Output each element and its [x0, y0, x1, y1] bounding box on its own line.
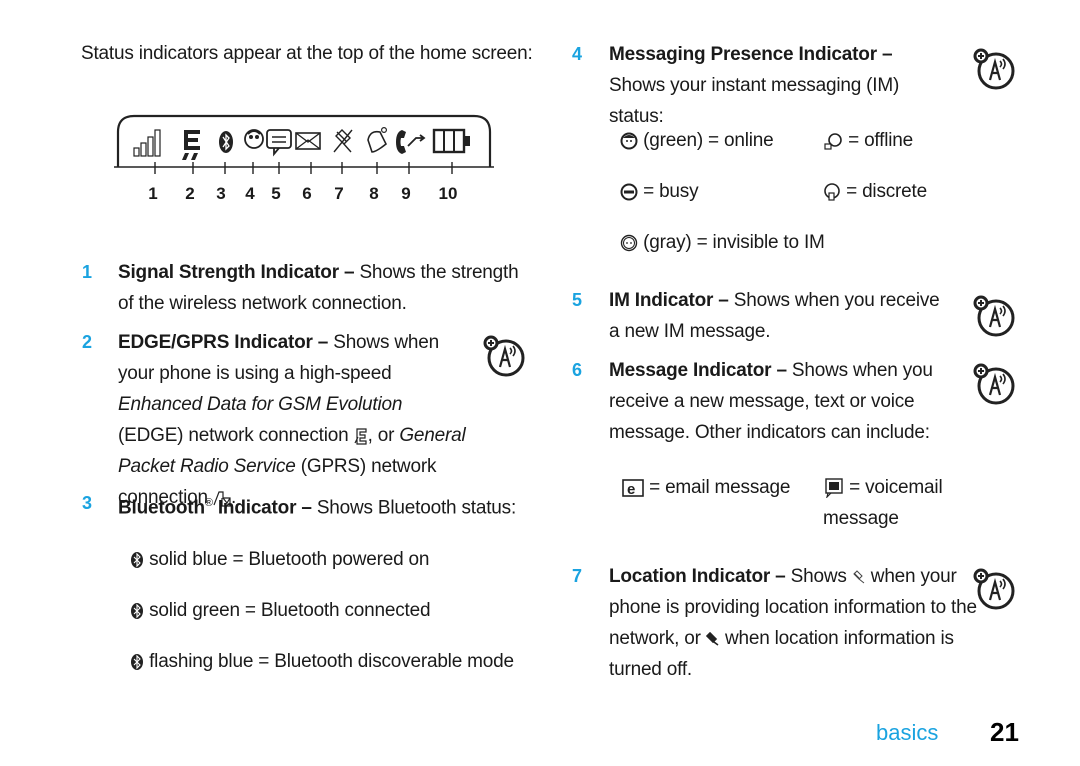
- callout-10: 10: [438, 184, 458, 203]
- im-icon: [266, 129, 292, 157]
- bluetooth-icon: [219, 131, 233, 153]
- callout-8: 8: [369, 184, 379, 203]
- item-text: (EDGE) network connection: [118, 425, 354, 446]
- signal-strength-icon: [133, 129, 161, 157]
- item-number: 5: [572, 290, 583, 310]
- item-number: 1: [82, 262, 93, 282]
- bluetooth-state-text: solid green = Bluetooth connected: [149, 600, 431, 621]
- presence-label: (green) = online: [643, 130, 774, 151]
- footer-section-label: basics: [876, 720, 939, 745]
- item-number: 2: [82, 332, 93, 352]
- presence-invisible: (gray) = invisible to IM: [620, 227, 825, 258]
- network-feature-icon: [973, 363, 1015, 405]
- message-type-voicemail: = voicemail: [824, 472, 964, 503]
- item-emphasis: Enhanced Data for GSM Evolution: [118, 394, 403, 415]
- presence-busy-icon: [620, 183, 638, 201]
- email-message-icon: e: [622, 479, 644, 497]
- callout-7: 7: [334, 184, 344, 203]
- item-number: 7: [572, 566, 583, 586]
- item-title: IM Indicator –: [609, 290, 729, 311]
- network-feature-icon: [973, 295, 1015, 337]
- item-number: 6: [572, 360, 583, 380]
- item-message: Message Indicator – Shows when you recei…: [609, 355, 954, 448]
- callout-1: 1: [148, 184, 158, 203]
- presence-online-icon: [620, 132, 638, 150]
- item-messaging-presence: Messaging Presence Indicator – Shows you…: [609, 39, 939, 132]
- network-feature-icon: [483, 335, 525, 377]
- item-text: , or: [367, 425, 400, 446]
- voicemail-message-icon: [825, 478, 843, 498]
- callout-6: 6: [302, 184, 312, 203]
- item-title: Message Indicator –: [609, 360, 787, 381]
- messaging-presence-icon: [244, 129, 264, 149]
- bluetooth-state-row: solid green = Bluetooth connected: [130, 595, 431, 626]
- presence-offline: = offline: [823, 125, 913, 156]
- presence-online: (green) = online: [620, 125, 774, 156]
- bluetooth-state-row: solid blue = Bluetooth powered on: [130, 544, 429, 575]
- svg-text:e: e: [627, 481, 635, 497]
- item-title: Signal Strength Indicator –: [118, 262, 355, 283]
- item-title: Bluetooth: [118, 497, 205, 519]
- item-signal-strength: Signal Strength Indicator – Shows the st…: [118, 257, 528, 319]
- network-feature-icon: [973, 48, 1015, 90]
- location-on-icon: [853, 570, 865, 584]
- callout-5: 5: [271, 184, 281, 203]
- intro-text: Status indicators appear at the top of t…: [81, 43, 533, 64]
- bluetooth-icon: [131, 551, 143, 568]
- alert-bell-icon: [367, 127, 388, 153]
- presence-label: = busy: [643, 181, 699, 202]
- presence-discrete: = discrete: [823, 176, 927, 207]
- presence-offline-icon: [824, 133, 842, 150]
- message-type-email: e = email message: [622, 472, 790, 503]
- presence-label: = discrete: [846, 181, 927, 202]
- item-im: IM Indicator – Shows when you receive a …: [609, 285, 954, 347]
- presence-busy: = busy: [620, 176, 699, 207]
- message-type-label: = voicemail: [849, 477, 943, 498]
- bluetooth-state-row: flashing blue = Bluetooth discoverable m…: [130, 646, 514, 677]
- item-location: Location Indicator – Shows when your pho…: [609, 561, 994, 685]
- status-bar-frame: [114, 114, 494, 174]
- item-number: 3: [82, 493, 93, 513]
- location-off-icon: [705, 631, 719, 646]
- item-edge-gprs: EDGE/GPRS Indicator – Shows when your ph…: [118, 327, 523, 513]
- message-envelope-icon: [295, 132, 321, 150]
- presence-invisible-icon: [620, 234, 638, 252]
- message-type-label-cont: message: [823, 508, 899, 529]
- item-number: 4: [572, 44, 583, 64]
- callout-4: 4: [245, 184, 255, 203]
- callout-ticks: [154, 162, 453, 174]
- item-title: Messaging Presence Indicator –: [609, 44, 893, 65]
- item-text: Shows your instant messaging (IM) status…: [609, 75, 900, 127]
- item-title: Indicator –: [212, 497, 312, 519]
- message-type-label: = email message: [649, 477, 791, 498]
- edge-gprs-icon: [182, 130, 200, 160]
- presence-label: (gray) = invisible to IM: [643, 232, 825, 253]
- battery-icon: [432, 128, 470, 154]
- callout-3: 3: [216, 184, 226, 203]
- page-number: 21: [990, 717, 1019, 747]
- callout-9: 9: [401, 184, 411, 203]
- presence-label: = offline: [848, 130, 914, 151]
- item-title: Location Indicator –: [609, 566, 786, 587]
- network-feature-icon: [973, 568, 1015, 610]
- item-text: Shows Bluetooth status:: [311, 497, 517, 519]
- item-bluetooth: Bluetooth® Indicator – Shows Bluetooth s…: [118, 488, 528, 523]
- presence-discrete-icon: [824, 183, 840, 201]
- registered-mark: ®: [204, 497, 213, 509]
- bluetooth-state-text: flashing blue = Bluetooth discoverable m…: [149, 651, 514, 672]
- location-off-icon: [333, 129, 353, 153]
- item-title: EDGE/GPRS Indicator –: [118, 332, 329, 353]
- bluetooth-icon: [131, 653, 143, 670]
- edge-icon: [354, 428, 367, 445]
- bluetooth-state-text: solid blue = Bluetooth powered on: [149, 549, 430, 570]
- bluetooth-icon: [131, 602, 143, 619]
- callout-2: 2: [185, 184, 195, 203]
- item-text: Shows: [785, 566, 852, 587]
- active-line-icon: [396, 130, 426, 154]
